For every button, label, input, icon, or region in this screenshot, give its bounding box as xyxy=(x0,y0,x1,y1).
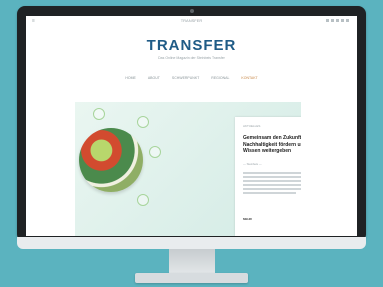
main-nav: HOME ABOUT SCHWERPUNKT REGIONAL KONTAKT xyxy=(26,76,357,81)
camera xyxy=(189,9,194,13)
nav-item-home[interactable]: HOME xyxy=(125,76,136,81)
read-more-link[interactable]: MEHR xyxy=(243,217,252,221)
monitor: ≡ TRANSFER TRANSFER Das Online Magazin d… xyxy=(17,6,366,242)
monitor-chin xyxy=(17,237,366,249)
article-category: AKTUELLES xyxy=(243,124,261,128)
social-icons xyxy=(326,19,349,22)
nav-item-schwerpunkt[interactable]: SCHWERPUNKT xyxy=(172,76,199,81)
browser-topbar: ≡ TRANSFER xyxy=(26,16,357,26)
decorative-circle xyxy=(93,108,105,120)
article-card[interactable]: AKTUELLES Gemeinsam den Zukunftsfaktor N… xyxy=(235,117,301,236)
facebook-icon[interactable] xyxy=(326,19,329,22)
decorative-circle xyxy=(137,194,149,206)
monitor-stand-neck xyxy=(169,249,215,275)
linkedin-icon[interactable] xyxy=(336,19,339,22)
article-title[interactable]: Gemeinsam den Zukunftsfaktor Nachhaltigk… xyxy=(243,135,301,155)
nav-item-regional[interactable]: REGIONAL xyxy=(211,76,229,81)
topbar-title: TRANSFER xyxy=(180,18,203,23)
nav-item-about[interactable]: ABOUT xyxy=(148,76,160,81)
twitter-icon[interactable] xyxy=(331,19,334,22)
food-bowl-image xyxy=(79,128,143,192)
monitor-stand-base xyxy=(135,273,248,283)
hero-section: AKTUELLES Gemeinsam den Zukunftsfaktor N… xyxy=(75,102,301,236)
instagram-icon[interactable] xyxy=(341,19,344,22)
youtube-icon[interactable] xyxy=(346,19,349,22)
article-excerpt xyxy=(243,172,301,194)
site-tagline: Das Online Magazin der Steinbeis Transfe… xyxy=(158,56,225,60)
decorative-circle xyxy=(149,146,161,158)
nav-item-kontakt[interactable]: KONTAKT xyxy=(241,76,257,81)
site-logo[interactable]: TRANSFER xyxy=(26,37,357,54)
article-meta: — Steinbeis — xyxy=(243,162,262,166)
decorative-circle xyxy=(137,116,149,128)
screen: ≡ TRANSFER TRANSFER Das Online Magazin d… xyxy=(26,16,357,236)
